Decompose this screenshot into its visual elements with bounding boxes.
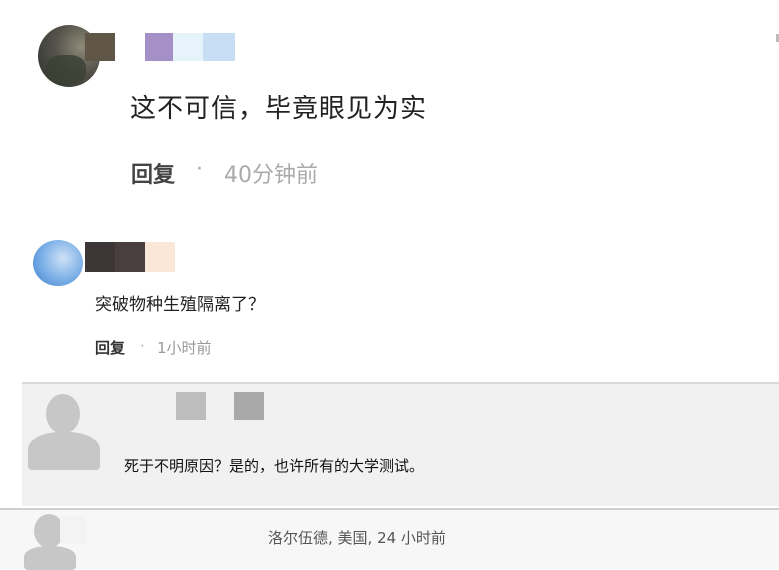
comment-text: 这不可信，毕竟眼见为实 bbox=[130, 94, 428, 124]
avatar[interactable] bbox=[33, 240, 83, 286]
comment-text: 死于不明原因？是的，也许所有的大学测试。 bbox=[124, 457, 425, 475]
username-mosaic bbox=[145, 242, 175, 272]
separator-dot: · bbox=[140, 337, 145, 355]
username-mosaic bbox=[115, 242, 145, 272]
timestamp: 40分钟前 bbox=[224, 163, 318, 188]
separator-dot: · bbox=[196, 157, 203, 182]
default-avatar-icon[interactable] bbox=[24, 392, 104, 472]
username-mosaic bbox=[176, 392, 206, 420]
username-mosaic bbox=[234, 392, 264, 420]
username-mosaic bbox=[173, 33, 203, 61]
username-mosaic bbox=[60, 516, 86, 544]
username-mosaic bbox=[116, 392, 146, 420]
username-mosaic bbox=[145, 33, 173, 61]
reply-button[interactable]: 回复 bbox=[131, 157, 175, 189]
reply-button[interactable]: 回复 bbox=[95, 337, 125, 358]
username-mosaic bbox=[85, 242, 115, 272]
username-mosaic bbox=[203, 33, 235, 61]
comment-meta: 洛尔伍德, 美国, 24 小时前 bbox=[268, 529, 446, 547]
timestamp: 1小时前 bbox=[157, 339, 212, 357]
username-mosaic bbox=[85, 33, 115, 61]
comment-text: 突破物种生殖隔离了？ bbox=[95, 295, 265, 315]
